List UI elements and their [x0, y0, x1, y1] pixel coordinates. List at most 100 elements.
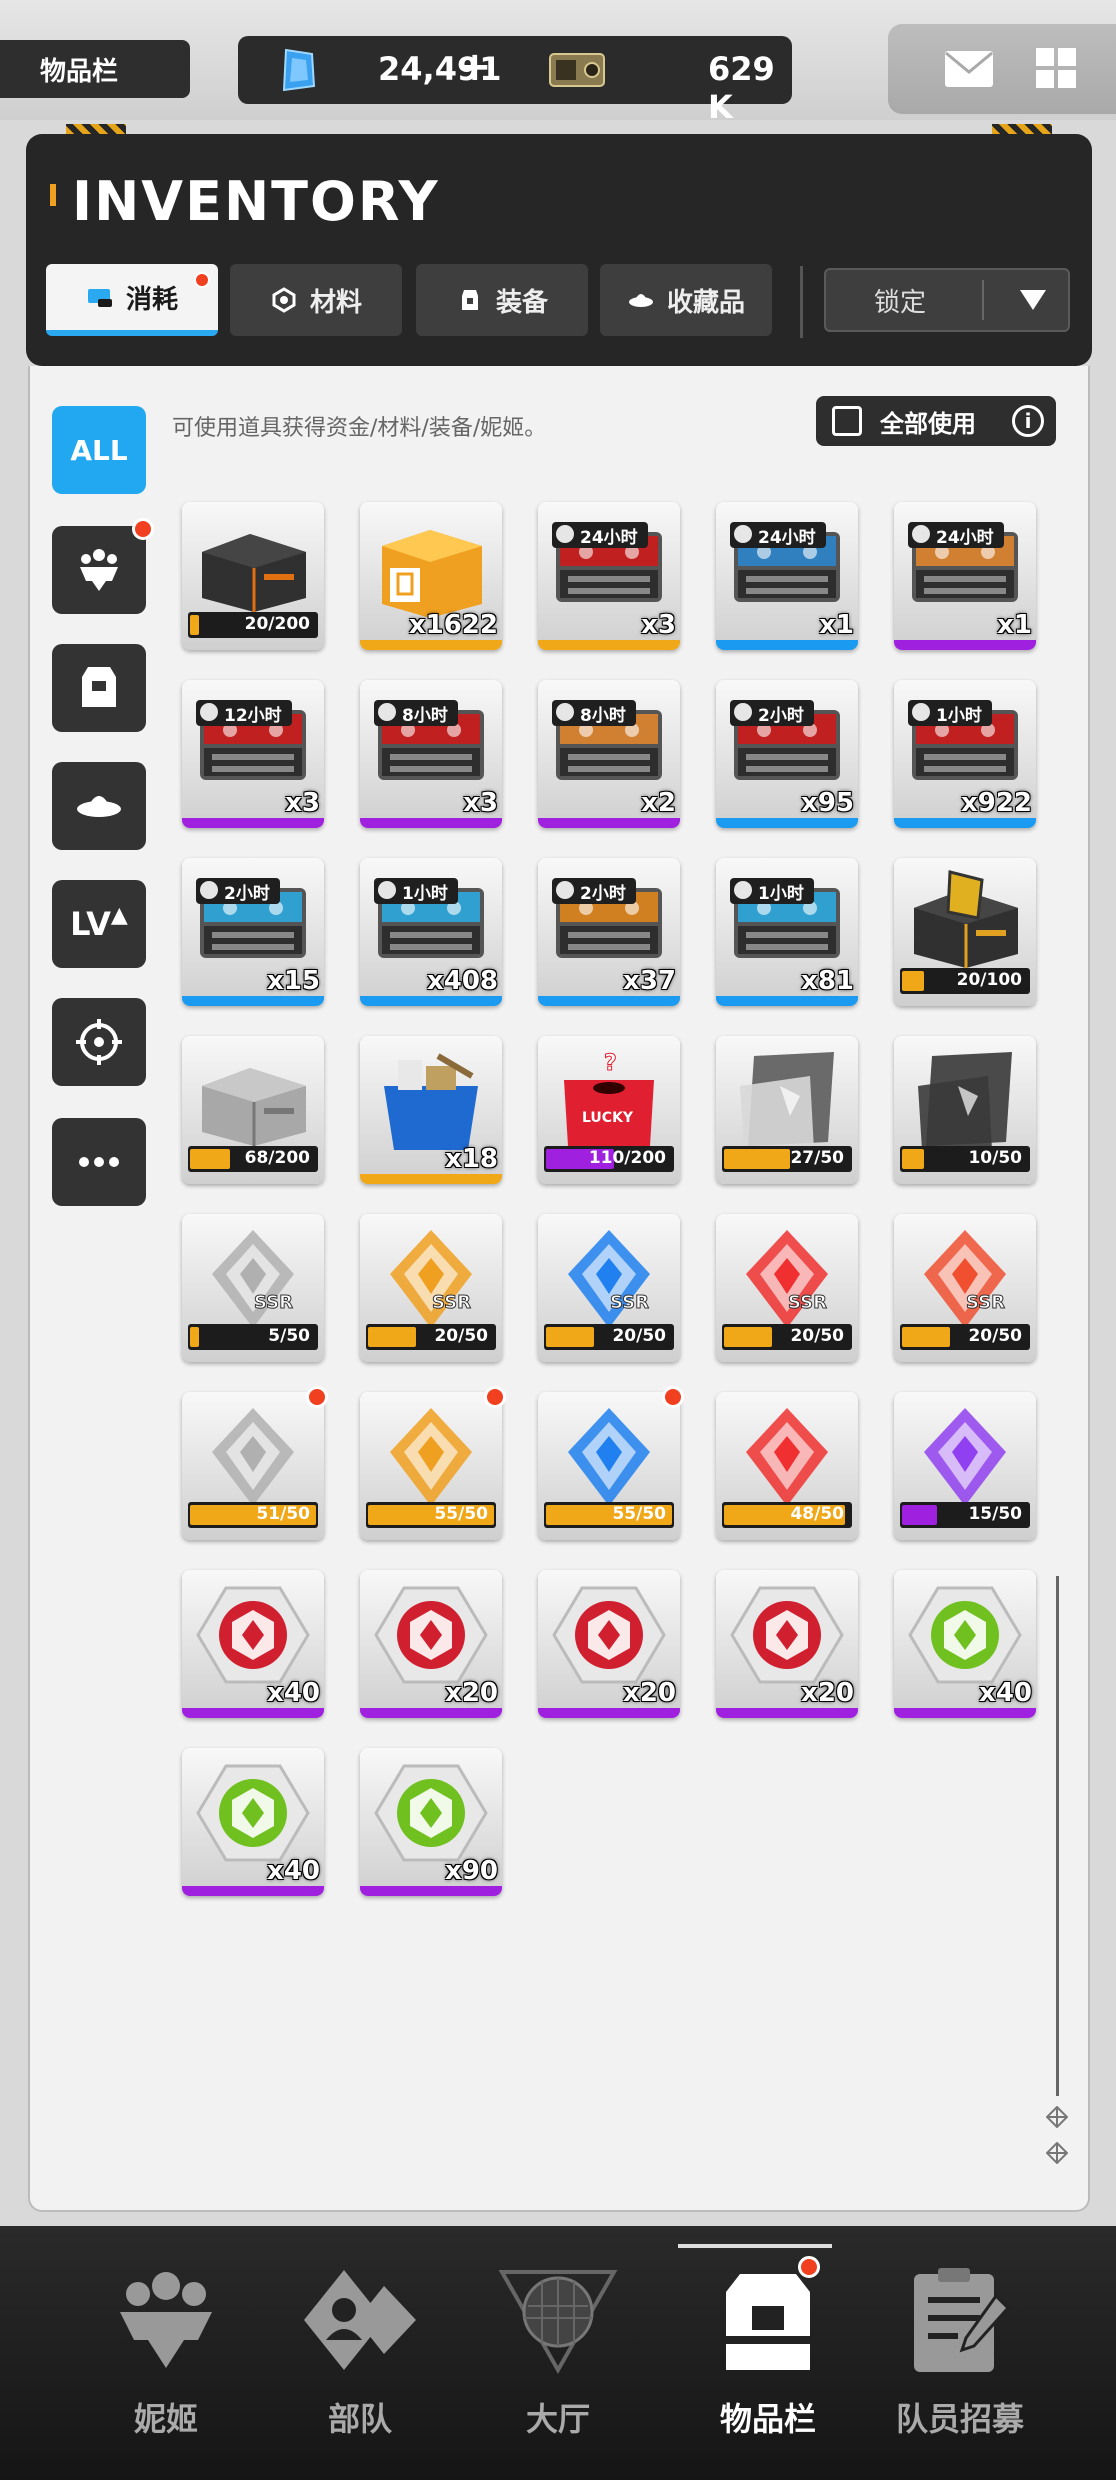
mail-icon[interactable]	[944, 50, 994, 88]
inventory-item[interactable]: 55/50	[360, 1386, 506, 1540]
nav-squad[interactable]: 部队	[270, 2226, 450, 2480]
notification-dot	[662, 1386, 684, 1408]
progress-fill	[190, 1327, 199, 1347]
menu-grid-icon[interactable]	[1036, 48, 1076, 88]
progress-bar: 10/50	[900, 1146, 1030, 1172]
inventory-item[interactable]: 2小时 x37	[538, 858, 680, 1006]
inventory-item[interactable]: x20	[360, 1570, 502, 1718]
filter-collectible-button[interactable]	[52, 762, 146, 850]
inventory-item[interactable]: 1小时 x81	[716, 858, 858, 1006]
item-count: x3	[285, 788, 320, 818]
nav-inventory[interactable]: 物品栏	[678, 2226, 858, 2480]
inventory-item[interactable]: 15/50	[894, 1392, 1036, 1540]
use-all-label: 全部使用	[880, 409, 976, 438]
filter-levelup-button[interactable]: LV ▲	[52, 880, 146, 968]
scrollbar[interactable]	[1056, 1576, 1059, 2096]
nav-nikke[interactable]: 妮姬	[76, 2226, 256, 2480]
tab-collectibles[interactable]: 收藏品	[600, 264, 772, 336]
crystal-icon: SSR	[390, 1230, 472, 1328]
nav-lobby[interactable]: 大厅	[468, 2226, 648, 2480]
inventory-item[interactable]: 12小时 x3	[182, 680, 324, 828]
inventory-item[interactable]: SSR 20/50	[360, 1214, 502, 1362]
scroll-marker-icon	[1046, 2106, 1068, 2128]
inventory-item[interactable]: 48/50	[716, 1392, 858, 1540]
notification-dot	[484, 1386, 506, 1408]
item-count: x408	[426, 966, 498, 996]
inventory-item[interactable]: SSR 20/50	[716, 1214, 858, 1362]
progress-text: 51/50	[256, 1504, 310, 1524]
timer-badge: 1小时	[730, 878, 814, 904]
inventory-item[interactable]: 24小时 x1	[894, 502, 1036, 650]
inventory-item[interactable]: SSR 20/50	[894, 1214, 1036, 1362]
inventory-item[interactable]: 2小时 x95	[716, 680, 858, 828]
timer-badge: 24小时	[730, 522, 826, 548]
nav-recruit[interactable]: 队员招募	[870, 2226, 1050, 2480]
progress-text: 20/200	[244, 614, 310, 634]
inventory-item[interactable]: 55/50	[538, 1386, 684, 1540]
consumable-icon	[87, 289, 112, 307]
lock-filter-select[interactable]: 锁定	[824, 268, 1070, 332]
rarity-strip	[538, 1708, 680, 1718]
tab-materials[interactable]: 材料	[230, 264, 402, 336]
tab-label: 材料	[309, 287, 362, 318]
timer-badge: 8小时	[374, 700, 458, 726]
filter-more-button[interactable]	[52, 1118, 146, 1206]
filter-all-label: ALL	[70, 433, 128, 467]
tab-equipment[interactable]: 装备	[416, 264, 588, 336]
add-gems-button[interactable]: +	[458, 44, 492, 90]
tab-consumables[interactable]: 消耗	[46, 264, 218, 336]
timer-badge: 1小时	[374, 878, 458, 904]
use-all-toggle[interactable]: 全部使用 i	[816, 396, 1056, 446]
inventory-icon	[726, 2274, 810, 2370]
inventory-item[interactable]: 1小时 x922	[894, 680, 1036, 828]
inventory-item[interactable]: 20/100	[894, 858, 1036, 1006]
inventory-item[interactable]: 20/200	[182, 502, 324, 650]
inventory-item[interactable]: 2小时 x15	[182, 858, 324, 1006]
inventory-item[interactable]: 1小时 x408	[360, 858, 502, 1006]
recruit-icon	[914, 2268, 1011, 2372]
progress-fill	[902, 1327, 950, 1347]
svg-text:SSR: SSR	[254, 1292, 293, 1313]
inventory-item[interactable]: 8小时 x3	[360, 680, 502, 828]
inventory-item[interactable]: x40	[894, 1570, 1036, 1718]
item-count: x90	[445, 1856, 498, 1886]
svg-text:SSR: SSR	[788, 1292, 827, 1313]
inventory-item[interactable]: SSR 5/50	[182, 1214, 324, 1362]
inventory-item[interactable]: 24小时 x1	[716, 502, 858, 650]
inventory-item[interactable]: x18	[360, 1036, 502, 1184]
inventory-item[interactable]: 24小时 x3	[538, 502, 680, 650]
inventory-item[interactable]: 27/50	[716, 1036, 858, 1184]
tab-label: 装备	[495, 287, 548, 318]
collectible-icon	[628, 294, 653, 307]
inventory-item[interactable]: 68/200	[182, 1036, 324, 1184]
inventory-item[interactable]: x1622	[360, 502, 502, 650]
checkbox[interactable]	[832, 406, 862, 436]
filter-nikke-button[interactable]	[52, 518, 154, 614]
progress-text: 110/200	[588, 1148, 666, 1168]
bottom-nav: 妮姬 部队 大厅 物品栏 队员招募	[0, 2226, 1116, 2480]
inventory-item[interactable]: x20	[716, 1570, 858, 1718]
timer-badge: 24小时	[908, 522, 1004, 548]
inventory-item[interactable]: 8小时 x2	[538, 680, 680, 828]
inventory-item[interactable]: 51/50	[182, 1386, 328, 1540]
progress-fill	[724, 1327, 772, 1347]
filter-all-button[interactable]: ALL	[52, 406, 146, 494]
inventory-item[interactable]: x20	[538, 1570, 680, 1718]
armor-icon	[82, 667, 116, 707]
inventory-item[interactable]: 10/50	[894, 1036, 1036, 1184]
progress-text: 20/50	[790, 1326, 844, 1346]
inventory-item[interactable]: x40	[182, 1570, 324, 1718]
timer-badge: 2小时	[730, 700, 814, 726]
inventory-item[interactable]: SSR 20/50	[538, 1214, 680, 1362]
inventory-item[interactable]: x40	[182, 1748, 324, 1896]
filter-equipment-button[interactable]	[52, 644, 146, 732]
tab-label: 收藏品	[666, 287, 745, 318]
filter-target-button[interactable]	[52, 998, 146, 1086]
emblem-icon	[196, 1586, 310, 1684]
arrow-up-icon: ▲	[110, 902, 128, 928]
rarity-strip	[716, 996, 858, 1006]
inventory-item[interactable]: x90	[360, 1748, 502, 1896]
info-icon[interactable]: i	[1012, 405, 1044, 437]
svg-text:SSR: SSR	[610, 1292, 649, 1313]
inventory-item[interactable]: ? LUCKY 110/200	[538, 1036, 680, 1184]
